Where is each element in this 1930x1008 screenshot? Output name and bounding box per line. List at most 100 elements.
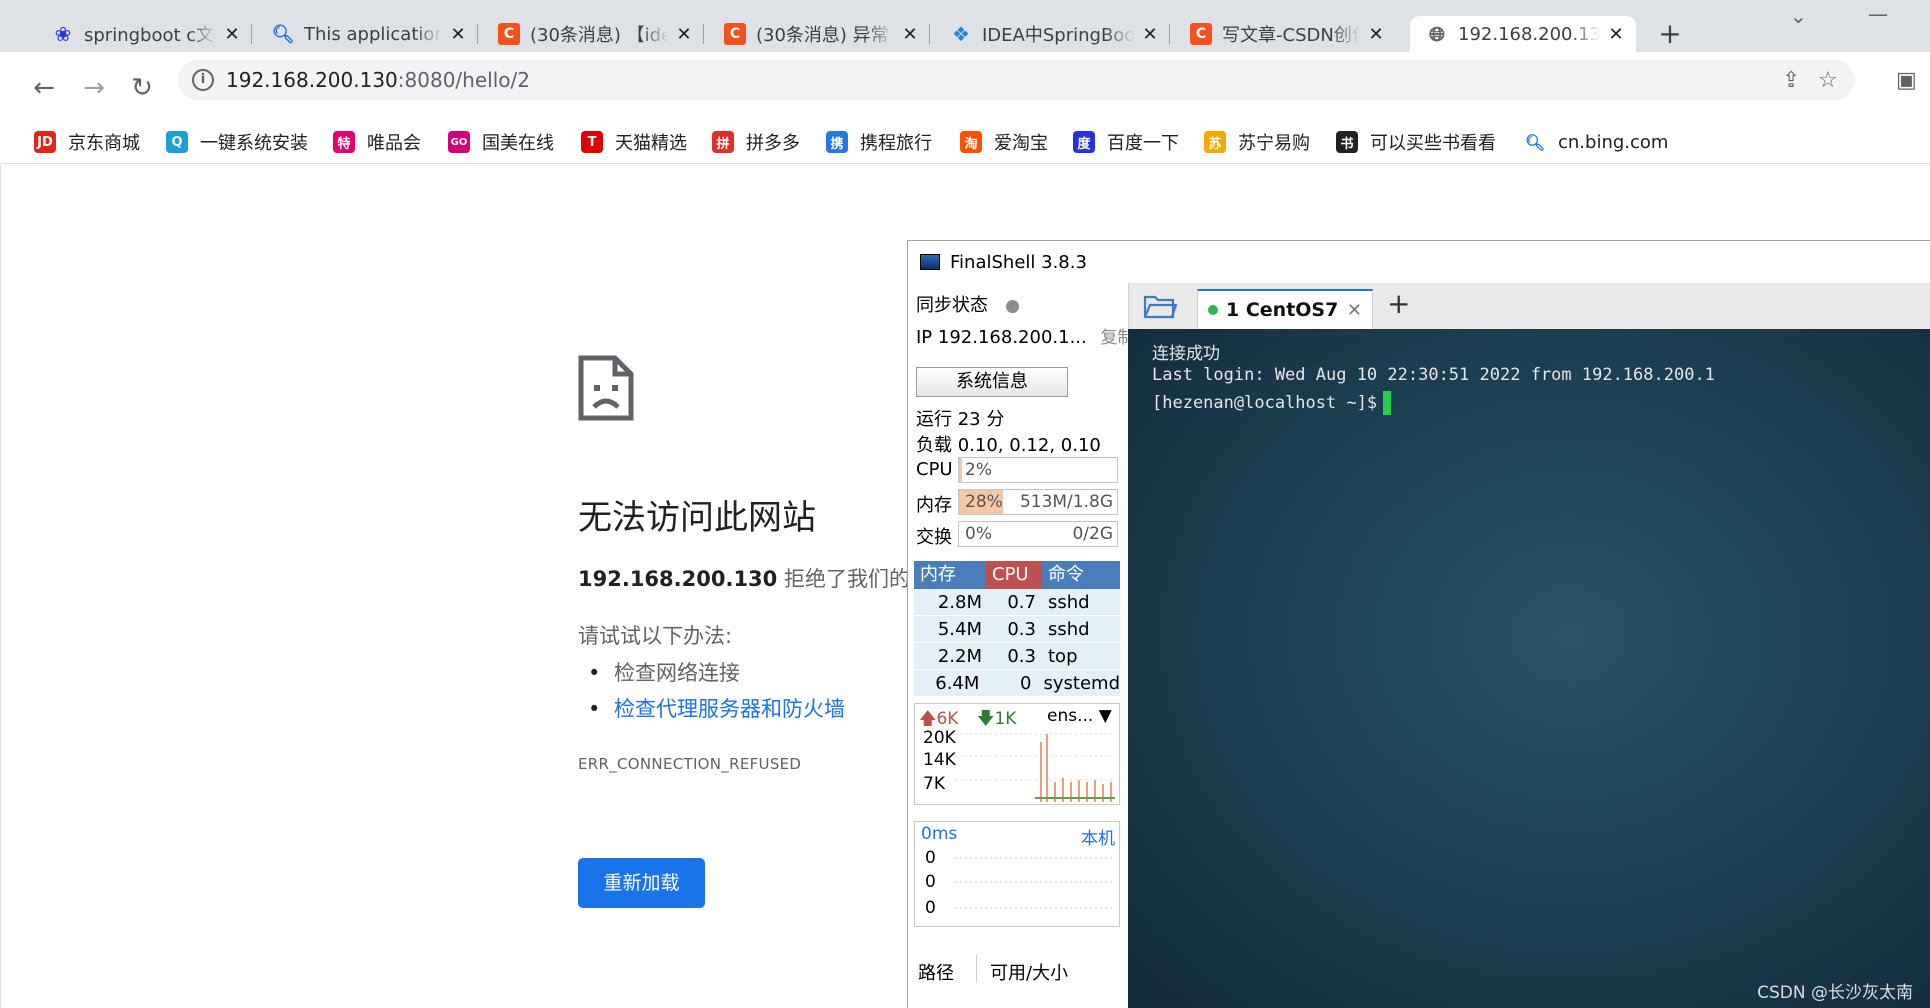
col-size[interactable]: 可用/大小 [990,959,1068,985]
browser-tab-active[interactable]: 🌐︎ 192.168.200.130 ✕ [1410,16,1636,52]
table-row[interactable]: 2.2M 0.3 top [914,643,1120,670]
finalshell-titlebar[interactable]: FinalShell 3.8.3 [908,241,1930,283]
col-path[interactable]: 路径 [918,959,954,985]
url-text[interactable]: 192.168.200.130:8080/hello/2 [226,68,530,92]
swap-gauge: 0% 0/2G [958,521,1118,547]
browser-tab-1[interactable]: ❀ springboot c文件 ✕ [36,16,252,52]
layers-icon: ❖ [952,22,970,46]
browser-tab-5[interactable]: ❖ IDEA中SpringBoo ✕ [934,16,1170,52]
col-mem[interactable]: 内存 [914,561,986,589]
suggestion-check-network: 检查网络连接 [588,655,845,691]
table-row[interactable]: 2.8M 0.7 sshd [914,589,1120,616]
tab-title: (30条消息) 异常 [756,25,889,46]
bookmark-label: 天猫精选 [615,133,687,154]
cpu-value: 2% [965,460,992,480]
csdn-c-icon: C [1190,23,1212,45]
uptime-text: 运行 23 分 [916,409,1005,430]
bookmark-gome[interactable]: GO 国美在线 [448,128,554,156]
error-description: 192.168.200.130 拒绝了我们的连接请求。 [578,567,908,591]
close-icon[interactable]: ✕ [1606,24,1626,45]
col-cpu[interactable]: CPU [986,561,1042,589]
close-icon[interactable]: ✕ [1366,24,1386,45]
table-row[interactable]: 6.4M 0 systemd [914,670,1120,697]
col-cmd[interactable]: 命令 [1042,561,1120,589]
finalshell-app-icon [920,254,940,270]
bookmark-bing[interactable]: 🔍︎ cn.bing.com [1524,128,1669,156]
forward-button[interactable]: → [76,70,112,106]
tab-title: This application [304,23,442,45]
session-tab-centos7[interactable]: 1 CentOS7 ✕ [1197,289,1373,329]
csdn-c-icon: C [498,23,520,45]
bookmark-install[interactable]: Q 一键系统安装 [166,128,308,156]
sysinfo-button[interactable]: 系统信息 [916,367,1068,397]
bookmark-label: 京东商城 [68,133,140,154]
ip-row: IP 192.168.200.1... 复制 [916,323,1134,348]
close-icon[interactable]: ✕ [448,24,468,45]
latency-host[interactable]: 本机 [1081,824,1115,849]
close-icon[interactable]: ✕ [1140,24,1160,45]
reload-icon[interactable]: ↻ [124,70,160,106]
mem-label: 内存 [916,495,952,516]
jd-icon: JD [34,131,56,153]
cpu-gauge: 2% [958,457,1118,483]
bookmark-pinduoduo[interactable]: 拼拼多多 [712,128,800,156]
bookmark-tmall[interactable]: T 天猫精选 [581,128,687,156]
search-icon: 🔍︎ [271,23,295,45]
terminal-line: Last login: Wed Aug 10 22:30:51 2022 fro… [1152,365,1715,385]
try-label: 请试试以下办法: [578,624,733,648]
network-monitor: 🡅6K 🡇1K ens... ▼ 20K 14K 7K [914,703,1120,805]
new-tab-button[interactable]: + [1655,20,1685,50]
terminal-cursor [1383,391,1392,415]
bookmark-suning[interactable]: 苏苏宁易购 [1204,128,1310,156]
tab-strip: ❀ springboot c文件 ✕ 🔍︎ This application ✕… [0,0,1930,52]
share-icon[interactable]: ⇪ [1782,68,1800,93]
close-icon[interactable]: ✕ [674,24,694,45]
session-tabbar: 1 CentOS7 ✕ + [1128,283,1930,329]
terminal[interactable]: 连接成功 Last login: Wed Aug 10 22:30:51 202… [1128,329,1930,1008]
bookmark-label: 爱淘宝 [994,133,1048,154]
browser-tab-2[interactable]: 🔍︎ This application ✕ [256,16,478,52]
bookmark-jd[interactable]: JD 京东商城 [34,128,140,156]
latency-monitor: 0ms 本机 0 0 0 [914,821,1120,927]
chevron-down-icon[interactable]: ⌄ [1790,4,1807,28]
close-icon[interactable]: ✕ [222,24,242,45]
minimize-icon[interactable]: — [1868,2,1888,26]
star-icon[interactable]: ☆ [1818,68,1838,93]
info-icon[interactable]: i [192,69,214,91]
tab-separator [1169,24,1170,44]
close-icon[interactable]: ✕ [900,24,920,45]
table-row[interactable]: 5.4M 0.3 sshd [914,616,1120,643]
tab-title: 192.168.200.130 [1458,23,1600,45]
tab-separator [703,24,704,44]
folder-icon[interactable] [1143,293,1177,319]
add-session-button[interactable]: + [1387,287,1410,320]
browser-tab-3[interactable]: C (30条消息) 【ide ✕ [482,16,704,52]
tab-title: IDEA中SpringBoo [982,25,1134,46]
net-tick: 20K [923,728,956,748]
bookmark-vip[interactable]: 特唯品会 [333,128,421,156]
suggestion-check-proxy-link[interactable]: 检查代理服务器和防火墙 [588,691,845,727]
address-bar[interactable]: i 192.168.200.130:8080/hello/2 ⇪ ☆ [178,60,1855,100]
browser-tab-6[interactable]: C 写文章-CSDN创作 ✕ [1174,16,1396,52]
net-iface-select[interactable]: ens... ▼ [1047,706,1112,726]
bookmark-baidu[interactable]: 度百度一下 [1073,128,1179,156]
bookmark-ctrip[interactable]: 携携程旅行 [826,128,932,156]
bookmark-taobao[interactable]: 淘爱淘宝 [960,128,1048,156]
network-sparkline [955,733,1115,802]
sidebar-icon[interactable]: ▣ [1896,68,1917,93]
vip-icon: 特 [333,131,355,153]
back-button[interactable]: ← [26,70,62,106]
mem-detail: 513M/1.8G [1019,492,1113,512]
column-divider [976,955,977,983]
process-table: 内存 CPU 命令 2.8M 0.7 sshd 5.4M 0.3 sshd 2.2M 0.… [914,561,1120,697]
cpu-gauge-fill [959,458,963,482]
browser-tab-4[interactable]: C (30条消息) 异常 ✕ [708,16,930,52]
screen: ❀ springboot c文件 ✕ 🔍︎ This application ✕… [0,0,1930,1008]
close-icon[interactable]: ✕ [1347,300,1362,321]
terminal-prompt: [hezenan@localhost ~]$ [1152,391,1392,415]
latency-tick: 0 [925,872,936,892]
finalshell-window: FinalShell 3.8.3 同步状态 IP 192.168.200.1..… [907,240,1930,1008]
bookmark-books[interactable]: 书可以买些书看看 [1336,128,1496,156]
reload-button[interactable]: 重新加载 [578,858,705,908]
pinduoduo-icon: 拼 [712,131,734,153]
